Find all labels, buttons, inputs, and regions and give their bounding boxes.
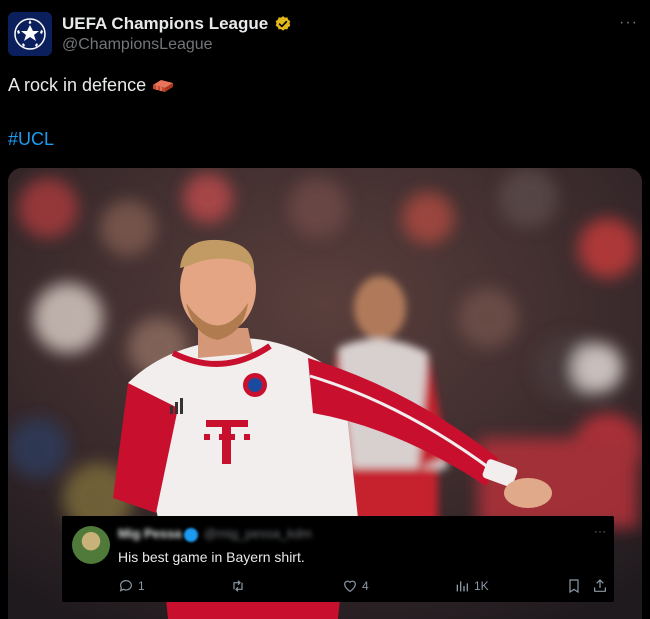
tweet-header: UEFA Champions League @ChampionsLeague ·… [8, 8, 642, 58]
heart-icon [344, 580, 356, 593]
reply-author-avatar[interactable] [72, 526, 110, 564]
tweet-text: A rock in defence [8, 75, 174, 96]
account-name[interactable]: UEFA Champions League [62, 14, 268, 34]
reply-count: 1 [138, 579, 145, 593]
bookmark-icon [569, 579, 579, 594]
retweet-icon [233, 580, 243, 592]
reply-card[interactable]: Mig Pessa @mig_pessa_kdm ··· His best ga… [62, 516, 614, 602]
reply-verified-icon [184, 528, 198, 542]
more-options-icon[interactable]: ··· [619, 14, 638, 32]
tweet-text-content: A rock in defence [8, 75, 147, 95]
starball-logo-icon [14, 18, 46, 50]
comment-icon [119, 580, 132, 592]
reply-actions: 1 4 1K [118, 578, 606, 596]
reply-author-name[interactable]: Mig Pessa [118, 526, 182, 541]
account-avatar[interactable] [8, 12, 52, 56]
account-handle[interactable]: @ChampionsLeague [62, 36, 213, 54]
views-chart-icon [456, 581, 468, 592]
hashtag-link[interactable]: #UCL [8, 129, 54, 150]
account-name-row[interactable]: UEFA Champions League [62, 14, 292, 34]
brick-icon [153, 79, 174, 92]
retweet-action[interactable] [230, 578, 250, 594]
share-action[interactable] [592, 578, 608, 594]
bookmark-action[interactable] [566, 578, 582, 594]
reply-more-options-icon[interactable]: ··· [594, 524, 606, 538]
reply-text: His best game in Bayern shirt. [118, 549, 305, 565]
views-count: 1K [474, 579, 489, 593]
views-action[interactable]: 1K [454, 578, 489, 594]
like-count: 4 [362, 579, 369, 593]
reply-author-handle[interactable]: @mig_pessa_kdm [204, 526, 312, 541]
share-icon [594, 579, 606, 592]
like-action[interactable]: 4 [342, 578, 369, 594]
reply-action[interactable]: 1 [118, 578, 145, 594]
verified-gold-icon [275, 16, 291, 31]
